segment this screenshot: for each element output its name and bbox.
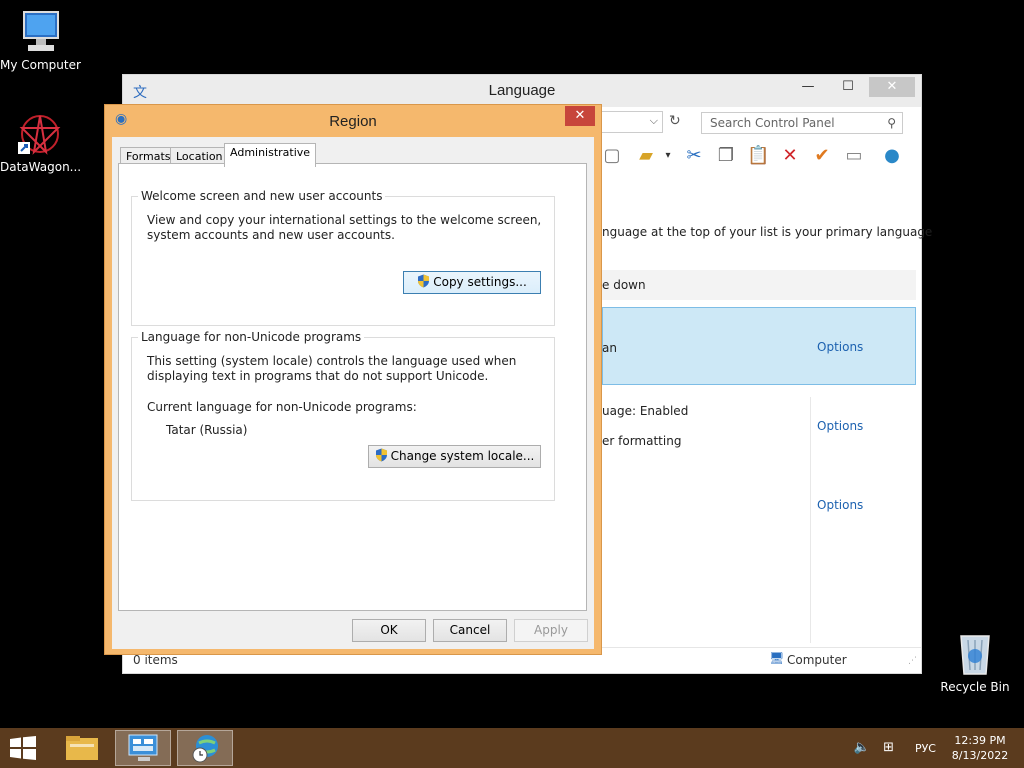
- folder-icon: [66, 736, 98, 760]
- ok-button[interactable]: OK: [352, 619, 426, 642]
- recycle-bin-icon: [960, 635, 990, 675]
- computer-icon: 🖥: [769, 651, 785, 665]
- button-label: Copy settings...: [433, 275, 527, 289]
- clock[interactable]: 12:39 PM 8/13/2022: [950, 733, 1010, 763]
- desktop-icon-recycle-bin[interactable]: Recycle Bin: [935, 630, 1015, 694]
- region-dialog: ◉ Region ✕ Formats Location Administrati…: [104, 104, 602, 655]
- apply-button[interactable]: Apply: [514, 619, 588, 642]
- taskbar: 🔈 ⊞ РУС 12:39 PM 8/13/2022: [0, 728, 1024, 768]
- dialog-body: Formats Location Administrative Welcome …: [112, 137, 594, 649]
- group-label: Welcome screen and new user accounts: [138, 189, 386, 203]
- options-link[interactable]: Options: [817, 340, 863, 354]
- globe-icon[interactable]: ●: [881, 145, 903, 167]
- resize-grip-icon[interactable]: ⋰: [908, 656, 917, 666]
- desktop-icon-label: Recycle Bin: [940, 680, 1010, 694]
- datawagon-icon: [18, 115, 61, 155]
- taskbar-control-panel[interactable]: [115, 730, 171, 766]
- computer-icon: [23, 11, 59, 51]
- language-detail: er formatting: [602, 434, 682, 448]
- close-button[interactable]: ✕: [869, 77, 915, 97]
- dialog-title: Region: [329, 113, 377, 130]
- globe-clock-icon: [192, 735, 218, 763]
- item-count: 0 items: [133, 653, 178, 667]
- clock-time: 12:39 PM: [954, 734, 1006, 747]
- move-down-link[interactable]: e down: [602, 278, 646, 292]
- computer-zone-label: Computer: [787, 653, 847, 667]
- language-detail: uage: Enabled: [602, 404, 689, 418]
- uac-shield-icon: [375, 448, 387, 462]
- group-non-unicode: Language for non-Unicode programs This s…: [131, 330, 555, 501]
- current-language-label: Current language for non-Unicode program…: [147, 400, 417, 414]
- clock-date: 8/13/2022: [951, 749, 1009, 762]
- folder-check-icon[interactable]: ▰: [635, 145, 657, 167]
- search-input[interactable]: Search Control Panel ⚲: [701, 112, 903, 134]
- options-link[interactable]: Options: [817, 419, 863, 433]
- group-description: View and copy your international setting…: [147, 213, 542, 242]
- options-link[interactable]: Options: [817, 498, 863, 512]
- intro-text: nguage at the top of your list is your p…: [602, 225, 933, 239]
- checkmark-icon[interactable]: ✔: [811, 145, 833, 167]
- desktop-icon-label: DataWagon...: [0, 160, 82, 174]
- network-icon[interactable]: ⊞: [883, 740, 894, 755]
- refresh-icon[interactable]: ↻: [669, 113, 681, 129]
- minimize-button[interactable]: —: [793, 77, 823, 97]
- close-button[interactable]: ✕: [565, 106, 595, 126]
- desktop-icon-my-computer[interactable]: My Computer: [0, 8, 81, 72]
- uac-shield-icon: [418, 274, 430, 288]
- taskbar-file-explorer[interactable]: [54, 730, 110, 766]
- speaker-muted-icon[interactable]: 🔈: [854, 740, 870, 755]
- tab-panel-administrative: Welcome screen and new user accounts Vie…: [118, 163, 587, 611]
- properties-icon[interactable]: ▭: [843, 145, 865, 167]
- group-description: This setting (system locale) controls th…: [147, 354, 517, 383]
- cancel-button[interactable]: Cancel: [433, 619, 507, 642]
- search-icon[interactable]: ⚲: [887, 116, 896, 130]
- toolbar-strip: [602, 270, 916, 300]
- desktop-icon-datawagon[interactable]: DataWagon...: [0, 110, 82, 174]
- cut-icon[interactable]: ✂: [683, 145, 705, 167]
- desktop-icon-label: My Computer: [0, 58, 81, 72]
- group-label: Language for non-Unicode programs: [138, 330, 365, 344]
- group-welcome-screen: Welcome screen and new user accounts Vie…: [131, 189, 555, 326]
- region-titlebar[interactable]: ◉ Region ✕: [105, 105, 601, 137]
- control-panel-icon: [128, 734, 158, 761]
- column-divider: [810, 397, 811, 643]
- current-language-value: Tatar (Russia): [166, 423, 248, 437]
- dropdown-arrow-icon[interactable]: ▾: [657, 145, 679, 167]
- maximize-button[interactable]: ☐: [833, 77, 863, 97]
- search-placeholder: Search Control Panel: [710, 116, 835, 130]
- address-bar[interactable]: ⌵: [593, 111, 663, 133]
- copy-settings-button[interactable]: Copy settings...: [403, 271, 541, 294]
- toolbar: ▢ ▰ ▾ ✂ ❐ 📋 ✕ ✔ ▭ ●: [597, 141, 917, 171]
- copy-icon[interactable]: ❐: [715, 145, 737, 167]
- input-language-indicator[interactable]: РУС: [915, 742, 936, 755]
- chevron-down-icon[interactable]: ⌵: [650, 114, 658, 128]
- button-label: Change system locale...: [390, 449, 535, 463]
- view-icon[interactable]: ▢: [601, 145, 623, 167]
- start-button[interactable]: [8, 736, 38, 760]
- taskbar-region[interactable]: [177, 730, 233, 766]
- tab-administrative[interactable]: Administrative: [224, 143, 317, 167]
- language-row-selected[interactable]: [602, 307, 916, 385]
- windows-logo-icon: [10, 736, 36, 760]
- change-system-locale-button[interactable]: Change system locale...: [368, 445, 541, 468]
- language-name: an: [602, 341, 617, 355]
- delete-icon[interactable]: ✕: [779, 145, 801, 167]
- paste-icon[interactable]: 📋: [747, 145, 769, 167]
- language-main-panel: nguage at the top of your list is your p…: [601, 175, 932, 643]
- language-titlebar[interactable]: 文 Language — ☐ ✕: [123, 75, 921, 107]
